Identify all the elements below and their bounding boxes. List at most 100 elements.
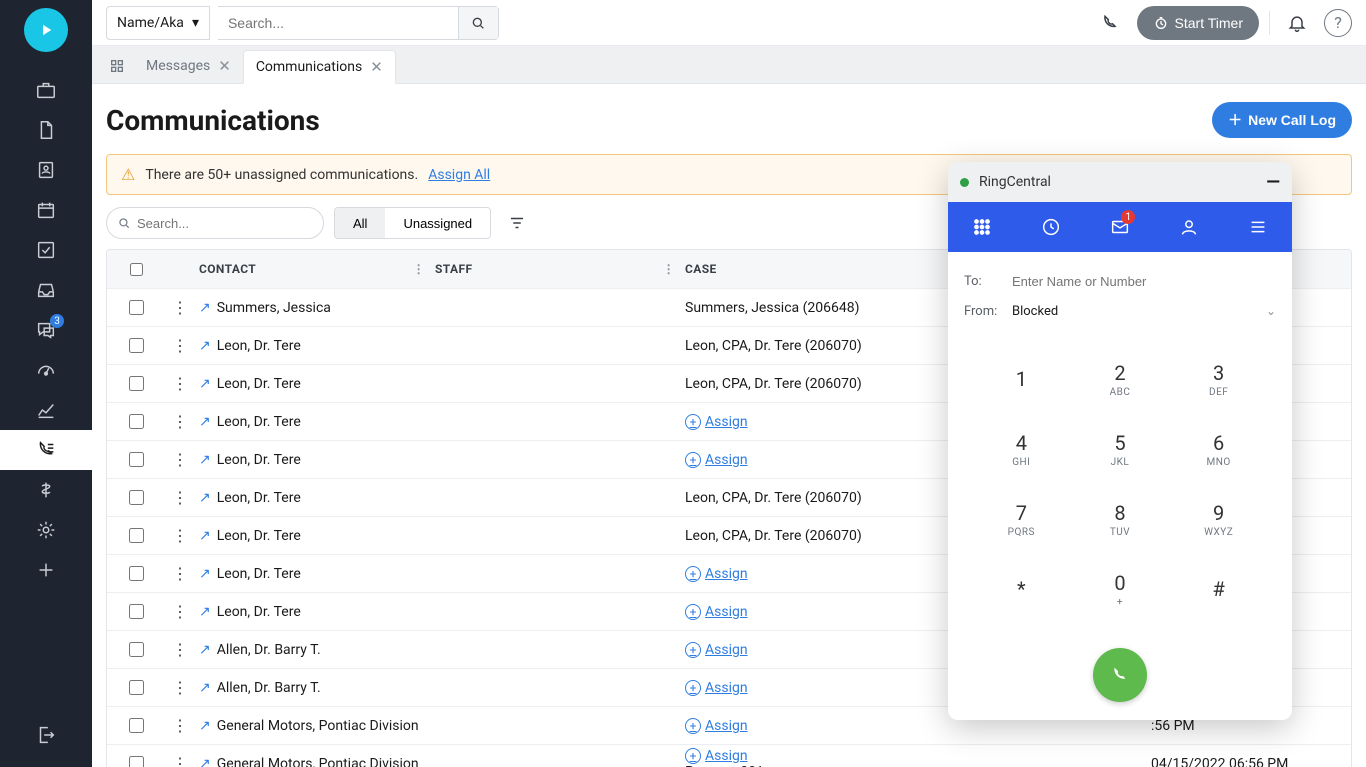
dialpad-key-#[interactable]: # xyxy=(1169,554,1268,624)
row-checkbox[interactable] xyxy=(129,414,144,429)
contact-name[interactable]: Allen, Dr. Barry T. xyxy=(217,680,321,696)
global-search-button[interactable] xyxy=(458,7,498,39)
row-menu-button[interactable]: ⋮ xyxy=(172,374,188,393)
row-checkbox[interactable] xyxy=(129,680,144,695)
nav-add[interactable] xyxy=(0,550,92,590)
dialpad-key-4[interactable]: 4GHI xyxy=(972,414,1071,484)
row-menu-button[interactable]: ⋮ xyxy=(172,488,188,507)
row-checkbox[interactable] xyxy=(129,718,144,733)
dialpad-key-8[interactable]: 8TUV xyxy=(1071,484,1170,554)
rc-minimize-button[interactable]: — xyxy=(1266,172,1280,193)
contact-name[interactable]: Leon, Dr. Tere xyxy=(217,490,301,506)
dialpad-key-0[interactable]: 0+ xyxy=(1071,554,1170,624)
row-checkbox[interactable] xyxy=(129,566,144,581)
filter-unassigned[interactable]: Unassigned xyxy=(385,208,490,238)
col-contact-menu[interactable]: ⋮ xyxy=(413,262,425,276)
tab-messages[interactable]: Messages ✕ xyxy=(134,49,243,83)
nav-reports[interactable] xyxy=(0,390,92,430)
row-menu-button[interactable]: ⋮ xyxy=(172,412,188,431)
row-menu-button[interactable]: ⋮ xyxy=(172,716,188,735)
case-text[interactable]: Leon, CPA, Dr. Tere (206070) xyxy=(685,376,862,392)
nav-inbox[interactable] xyxy=(0,270,92,310)
nav-chat[interactable]: 3 xyxy=(0,310,92,350)
case-text[interactable]: Summers, Jessica (206648) xyxy=(685,300,860,316)
rc-to-input[interactable] xyxy=(1012,274,1276,289)
assign-link[interactable]: +Assign xyxy=(685,748,1151,764)
notifications-button[interactable] xyxy=(1280,6,1314,40)
nav-billing[interactable] xyxy=(0,470,92,510)
dialpad-key-6[interactable]: 6MNO xyxy=(1169,414,1268,484)
contact-name[interactable]: Leon, Dr. Tere xyxy=(217,604,301,620)
rc-tab-menu[interactable] xyxy=(1223,202,1292,252)
case-text[interactable]: Leon, CPA, Dr. Tere (206070) xyxy=(685,490,862,506)
rc-call-button[interactable] xyxy=(1093,648,1147,702)
start-timer-button[interactable]: Start Timer xyxy=(1137,6,1259,40)
rc-tab-messages[interactable]: 1 xyxy=(1086,202,1155,252)
contact-name[interactable]: General Motors, Pontiac Division xyxy=(217,718,419,734)
row-checkbox[interactable] xyxy=(129,604,144,619)
nav-communications[interactable] xyxy=(0,430,92,470)
dialpad-key-2[interactable]: 2ABC xyxy=(1071,344,1170,414)
app-logo[interactable] xyxy=(24,8,68,52)
row-menu-button[interactable]: ⋮ xyxy=(172,678,188,697)
rc-titlebar[interactable]: RingCentral — xyxy=(948,162,1292,202)
tab-messages-close[interactable]: ✕ xyxy=(218,57,231,75)
rc-from-dropdown[interactable]: ⌄ xyxy=(1266,304,1276,318)
nav-logout[interactable] xyxy=(0,715,92,755)
new-call-log-button[interactable]: ＋ New Call Log xyxy=(1212,102,1352,138)
contact-name[interactable]: Allen, Dr. Barry T. xyxy=(217,642,321,658)
call-phone-button[interactable] xyxy=(1093,6,1127,40)
row-menu-button[interactable]: ⋮ xyxy=(172,602,188,621)
dialpad-key-1[interactable]: 1 xyxy=(972,344,1071,414)
assign-all-link[interactable]: Assign All xyxy=(428,167,490,183)
row-menu-button[interactable]: ⋮ xyxy=(172,640,188,659)
row-checkbox[interactable] xyxy=(129,528,144,543)
contact-name[interactable]: Leon, Dr. Tere xyxy=(217,452,301,468)
col-staff-menu[interactable]: ⋮ xyxy=(663,262,675,276)
contact-name[interactable]: Summers, Jessica xyxy=(217,300,331,316)
contact-name[interactable]: Leon, Dr. Tere xyxy=(217,338,301,354)
row-checkbox[interactable] xyxy=(129,642,144,657)
row-menu-button[interactable]: ⋮ xyxy=(172,298,188,317)
case-text[interactable]: Purpose 001 xyxy=(685,764,764,767)
rc-tab-dialpad[interactable] xyxy=(948,202,1017,252)
nav-settings[interactable] xyxy=(0,510,92,550)
select-all-checkbox[interactable] xyxy=(130,263,143,276)
dialpad-key-*[interactable]: * xyxy=(972,554,1071,624)
row-checkbox[interactable] xyxy=(129,452,144,467)
nav-document[interactable] xyxy=(0,110,92,150)
local-search-input[interactable] xyxy=(137,216,313,231)
row-checkbox[interactable] xyxy=(129,300,144,315)
tab-grid-button[interactable] xyxy=(100,49,134,83)
nav-dashboard[interactable] xyxy=(0,350,92,390)
rc-tab-contacts[interactable] xyxy=(1154,202,1223,252)
tab-communications-close[interactable]: ✕ xyxy=(370,58,383,76)
dialpad-key-7[interactable]: 7PQRS xyxy=(972,484,1071,554)
rc-tab-history[interactable] xyxy=(1017,202,1086,252)
search-type-dropdown[interactable]: Name/Aka ▾ xyxy=(106,6,210,40)
contact-name[interactable]: Leon, Dr. Tere xyxy=(217,414,301,430)
nav-contacts[interactable] xyxy=(0,150,92,190)
dialpad-key-3[interactable]: 3DEF xyxy=(1169,344,1268,414)
row-menu-button[interactable]: ⋮ xyxy=(172,754,188,767)
row-menu-button[interactable]: ⋮ xyxy=(172,564,188,583)
row-menu-button[interactable]: ⋮ xyxy=(172,526,188,545)
row-checkbox[interactable] xyxy=(129,756,144,767)
help-button[interactable]: ? xyxy=(1324,9,1352,37)
global-search-input[interactable] xyxy=(218,7,458,39)
filter-all[interactable]: All xyxy=(335,208,385,238)
contact-name[interactable]: Leon, Dr. Tere xyxy=(217,528,301,544)
case-text[interactable]: Leon, CPA, Dr. Tere (206070) xyxy=(685,528,862,544)
row-menu-button[interactable]: ⋮ xyxy=(172,450,188,469)
dialpad-key-9[interactable]: 9WXYZ xyxy=(1169,484,1268,554)
nav-briefcase[interactable] xyxy=(0,70,92,110)
case-text[interactable]: Leon, CPA, Dr. Tere (206070) xyxy=(685,338,862,354)
filter-button[interactable] xyxy=(501,207,533,239)
row-checkbox[interactable] xyxy=(129,490,144,505)
nav-calendar[interactable] xyxy=(0,190,92,230)
tab-communications[interactable]: Communications ✕ xyxy=(243,50,396,84)
row-checkbox[interactable] xyxy=(129,338,144,353)
nav-tasks[interactable] xyxy=(0,230,92,270)
contact-name[interactable]: General Motors, Pontiac Division xyxy=(217,756,419,767)
contact-name[interactable]: Leon, Dr. Tere xyxy=(217,376,301,392)
